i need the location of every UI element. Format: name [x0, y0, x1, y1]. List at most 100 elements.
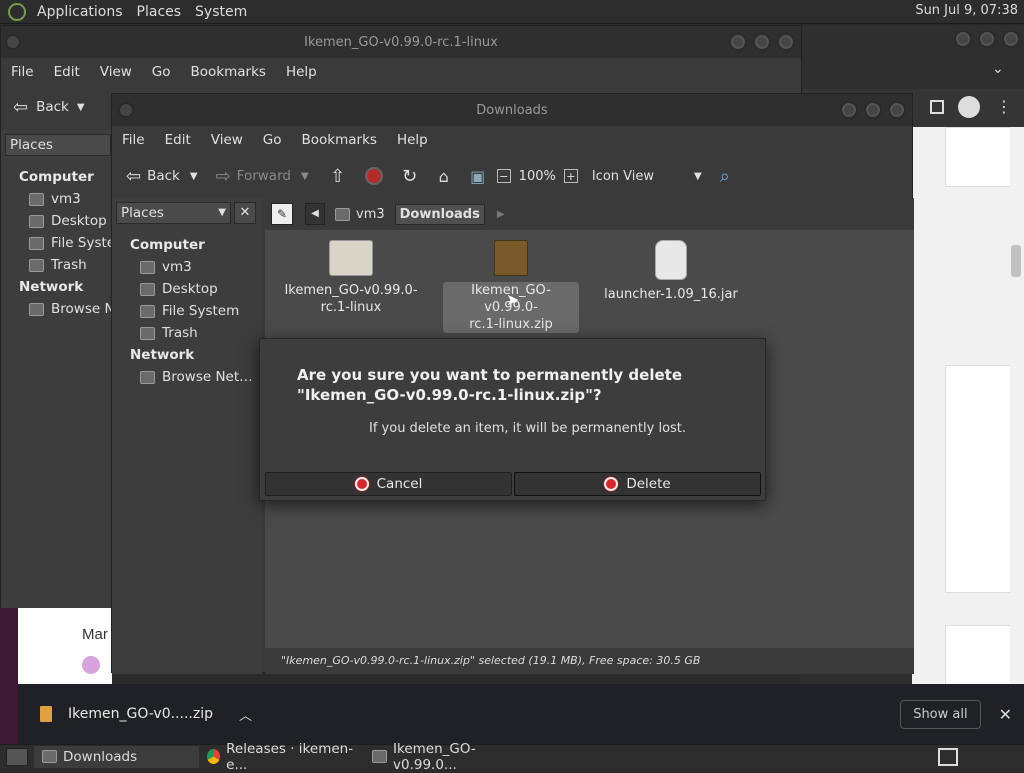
- back-sidebar-item-vm3[interactable]: vm3: [19, 188, 111, 210]
- front-minimize-button[interactable]: [840, 101, 858, 119]
- back-places-selector[interactable]: Places: [5, 134, 111, 156]
- path-button-vm3[interactable]: vm3: [329, 203, 391, 225]
- sidebar-item-desktop[interactable]: Desktop: [130, 278, 260, 300]
- back-arrow-icon[interactable]: ⇦: [13, 97, 28, 118]
- menu-go[interactable]: Go: [142, 64, 181, 80]
- home-folder-icon: [335, 207, 350, 221]
- system-menu[interactable]: System: [188, 4, 254, 20]
- front-window-titlebar[interactable]: Downloads: [112, 94, 912, 126]
- desktop-icon: [29, 214, 44, 228]
- front-toolbar: ⇦ Back ▼ ⇨ Forward ▼ ⇧ ↻ ⌂ ▣ − 100% + Icon…: [112, 154, 912, 198]
- back-minimize-button[interactable]: [729, 33, 747, 51]
- close-download-bar-icon[interactable]: ✕: [999, 705, 1012, 724]
- back-nav-button[interactable]: ⇦ Back: [120, 166, 186, 187]
- applications-menu[interactable]: Applications: [30, 4, 130, 20]
- browser-page: Mar: [18, 606, 112, 684]
- task-downloads[interactable]: Downloads: [34, 745, 199, 768]
- path-button-downloads[interactable]: Downloads: [394, 203, 485, 225]
- back-maximize-button[interactable]: [753, 33, 771, 51]
- sidebar-item-browse-network[interactable]: Browse Net…: [130, 366, 260, 388]
- file-item-zip[interactable]: Ikemen_GO-v0.99.0- rc.1-linux.zip: [441, 240, 581, 333]
- menu-edit[interactable]: Edit: [155, 132, 201, 148]
- path-left-arrow-icon[interactable]: ◀: [305, 203, 325, 225]
- search-icon[interactable]: ⌕: [720, 166, 730, 187]
- computer-icon[interactable]: ▣: [463, 167, 493, 186]
- dialog-question: Are you sure you want to permanently del…: [297, 366, 682, 404]
- sidebar-toggle-icon[interactable]: [930, 100, 944, 114]
- chevron-down-icon[interactable]: ⌄: [992, 61, 1004, 77]
- file-item-jar[interactable]: launcher-1.09_16.jar: [601, 240, 741, 303]
- file-item-folder[interactable]: Ikemen_GO-v0.99.0- rc.1-linux: [281, 240, 421, 316]
- places-selector[interactable]: Places ▼: [116, 202, 231, 224]
- forward-nav-button[interactable]: ⇨ Forward: [210, 166, 297, 187]
- zoom-level[interactable]: 100%: [515, 169, 560, 184]
- up-arrow-icon[interactable]: ⇧: [323, 166, 353, 187]
- back-close-button[interactable]: [777, 33, 795, 51]
- stop-icon[interactable]: [364, 167, 383, 185]
- back-sidebar-network: Network: [19, 279, 84, 295]
- menu-view[interactable]: View: [90, 64, 142, 80]
- menu-edit[interactable]: Edit: [44, 64, 90, 80]
- back-sidebar-item-browse-network[interactable]: Browse Network: [19, 298, 111, 320]
- back-menubar: File Edit View Go Bookmarks Help: [1, 58, 801, 86]
- drive-icon: [29, 236, 44, 250]
- menu-go[interactable]: Go: [253, 132, 292, 148]
- menu-help[interactable]: Help: [276, 64, 327, 80]
- drive-icon: [140, 304, 155, 318]
- menu-view[interactable]: View: [201, 132, 253, 148]
- profile-icon[interactable]: [958, 96, 980, 118]
- browser-maximize-button[interactable]: [978, 30, 996, 48]
- back-dropdown-icon[interactable]: ▼: [77, 102, 85, 113]
- status-bar: "Ikemen_GO-v0.99.0-rc.1-linux.zip" selec…: [265, 648, 914, 674]
- show-all-button[interactable]: Show all: [900, 699, 981, 729]
- chevron-down-icon: ▼: [218, 207, 226, 218]
- sidebar-item-filesystem[interactable]: File System: [130, 300, 260, 322]
- folder-icon: [42, 750, 57, 763]
- browser-menu-icon[interactable]: ⋮: [996, 97, 1012, 116]
- menu-file[interactable]: File: [1, 64, 44, 80]
- menu-bookmarks[interactable]: Bookmarks: [181, 64, 276, 80]
- folder-icon: [372, 750, 387, 763]
- back-sidebar-item-desktop[interactable]: Desktop: [19, 210, 111, 232]
- status-text: "Ikemen_GO-v0.99.0-rc.1-linux.zip" selec…: [281, 654, 701, 667]
- menu-file[interactable]: File: [112, 132, 155, 148]
- trash-icon: [29, 258, 44, 272]
- delete-button[interactable]: Delete: [514, 472, 761, 496]
- chevron-up-icon[interactable]: ︿: [239, 705, 252, 724]
- front-maximize-button[interactable]: [864, 101, 882, 119]
- home-icon[interactable]: ⌂: [429, 167, 459, 186]
- menu-bookmarks[interactable]: Bookmarks: [292, 132, 387, 148]
- sidebar-item-vm3[interactable]: vm3: [130, 256, 260, 278]
- workspace-switcher-icon[interactable]: [938, 747, 958, 766]
- show-desktop-icon[interactable]: [6, 747, 28, 766]
- browser-close-button[interactable]: [1002, 30, 1020, 48]
- zoom-in-icon[interactable]: +: [563, 169, 578, 183]
- menu-help[interactable]: Help: [387, 132, 438, 148]
- close-sidebar-icon[interactable]: ✕: [234, 202, 256, 224]
- view-selector[interactable]: Icon View ▼: [582, 169, 702, 184]
- task-ikemen-folder[interactable]: Ikemen_GO-v0.99.0...: [364, 741, 534, 773]
- download-item-name[interactable]: Ikemen_GO-v0.....zip: [68, 706, 213, 722]
- clock[interactable]: Sun Jul 9, 07:38: [915, 3, 1018, 18]
- places-menu[interactable]: Places: [130, 4, 189, 20]
- forward-history-dropdown[interactable]: ▼: [301, 171, 309, 182]
- distro-logo-icon[interactable]: [8, 2, 26, 21]
- edit-location-icon[interactable]: ✎: [271, 203, 293, 225]
- cancel-button[interactable]: Cancel: [265, 472, 512, 496]
- task-browser[interactable]: Releases · ikemen-e...: [199, 741, 364, 773]
- back-sidebar-item-trash[interactable]: Trash: [19, 254, 111, 276]
- sidebar-computer-header: Computer: [130, 237, 205, 253]
- browser-scrollbar[interactable]: [1010, 127, 1024, 709]
- archive-icon: [494, 240, 528, 276]
- back-sidebar-item-filesystem[interactable]: File System: [19, 232, 111, 254]
- path-right-arrow-icon[interactable]: ▶: [497, 209, 505, 220]
- back-window-titlebar[interactable]: Ikemen_GO-v0.99.0-rc.1-linux: [1, 26, 801, 58]
- back-sidebar-computer: Computer: [19, 169, 94, 185]
- back-history-dropdown[interactable]: ▼: [190, 171, 198, 182]
- sidebar-item-trash[interactable]: Trash: [130, 322, 260, 344]
- front-close-button[interactable]: [888, 101, 906, 119]
- back-button[interactable]: Back: [36, 99, 69, 115]
- zoom-out-icon[interactable]: −: [496, 169, 511, 183]
- reload-icon[interactable]: ↻: [395, 166, 425, 187]
- browser-minimize-button[interactable]: [954, 30, 972, 48]
